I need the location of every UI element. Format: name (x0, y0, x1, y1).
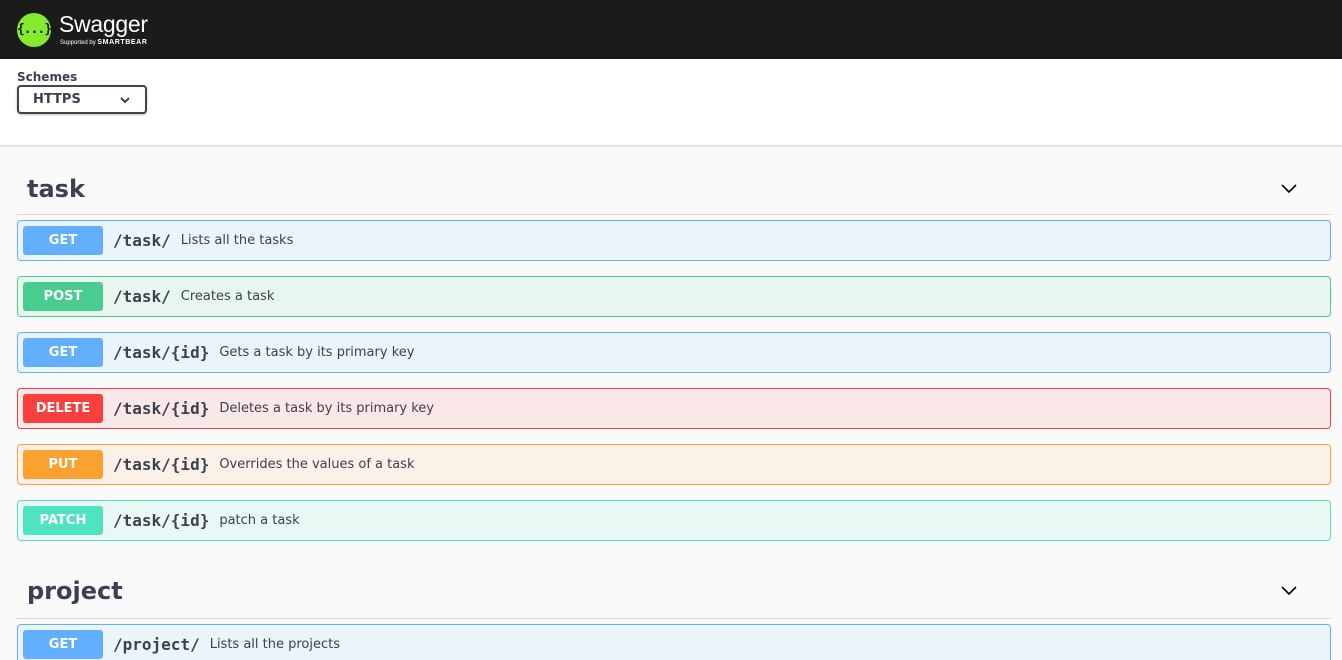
operation-summary: Overrides the values of a task (219, 457, 415, 472)
operations-content: task GET /task/ Lists all the tasks POST… (0, 147, 1342, 660)
topbar: {...} Swagger Supported by SMARTBEAR (0, 0, 1342, 59)
operation-summary: Creates a task (180, 289, 275, 304)
operation-get-task[interactable]: GET /task/ Lists all the tasks (17, 220, 1331, 261)
operation-path: /task/{id} (113, 399, 210, 418)
method-badge: GET (23, 338, 103, 367)
operation-path: /task/{id} (113, 511, 210, 530)
operation-put-task-id[interactable]: PUT /task/{id} Overrides the values of a… (17, 444, 1331, 485)
tag-section-project: project GET /project/ Lists all the proj… (17, 555, 1331, 660)
operation-summary: Gets a task by its primary key (219, 345, 415, 360)
operation-path: /task/{id} (113, 343, 210, 362)
operation-get-task-id[interactable]: GET /task/{id} Gets a task by its primar… (17, 332, 1331, 373)
operation-summary: Lists all the tasks (180, 233, 294, 248)
operation-get-project[interactable]: GET /project/ Lists all the projects (17, 624, 1331, 660)
method-badge: PUT (23, 450, 103, 479)
supporter-name: SMARTBEAR (97, 39, 148, 46)
operation-path: /task/ (113, 231, 171, 250)
operation-summary: Deletes a task by its primary key (219, 401, 434, 416)
swagger-logo[interactable]: {...} Swagger Supported by SMARTBEAR (17, 11, 148, 47)
operation-patch-task-id[interactable]: PATCH /task/{id} patch a task (17, 500, 1331, 541)
operations-list: GET /project/ Lists all the projects (17, 619, 1331, 660)
operation-path: /task/{id} (113, 455, 210, 474)
method-badge: POST (23, 282, 103, 311)
schemes-label: Schemes (17, 70, 78, 84)
operation-path: /project/ (113, 635, 200, 654)
scheme-container: Schemes HTTPS (0, 59, 1342, 146)
chevron-down-icon[interactable] (1279, 179, 1299, 199)
tag-title: task (27, 174, 85, 203)
tag-header-project[interactable]: project (17, 555, 1331, 619)
chevron-down-icon[interactable] (1279, 581, 1299, 601)
method-badge: PATCH (23, 506, 103, 535)
swagger-logo-icon: {...} (17, 12, 52, 47)
supported-by-label: Supported by (60, 40, 96, 46)
operations-list: GET /task/ Lists all the tasks POST /tas… (17, 215, 1331, 541)
operation-path: /task/ (113, 287, 171, 306)
method-badge: GET (23, 630, 103, 659)
method-badge: GET (23, 226, 103, 255)
chevron-down-icon (120, 96, 130, 103)
operation-post-task[interactable]: POST /task/ Creates a task (17, 276, 1331, 317)
operation-summary: patch a task (219, 513, 300, 528)
tag-title: project (27, 576, 123, 605)
schemes-selected-value: HTTPS (33, 92, 81, 107)
operation-delete-task-id[interactable]: DELETE /task/{id} Deletes a task by its … (17, 388, 1331, 429)
operation-summary: Lists all the projects (209, 637, 341, 652)
logo-text: Swagger Supported by SMARTBEAR (59, 11, 148, 47)
brand-title: Swagger (59, 11, 148, 37)
tag-header-task[interactable]: task (17, 147, 1331, 215)
brand-subtitle: Supported by SMARTBEAR (60, 39, 148, 46)
schemes-select[interactable]: HTTPS (17, 85, 147, 114)
method-badge: DELETE (23, 394, 103, 423)
tag-section-task: task GET /task/ Lists all the tasks POST… (17, 147, 1331, 541)
